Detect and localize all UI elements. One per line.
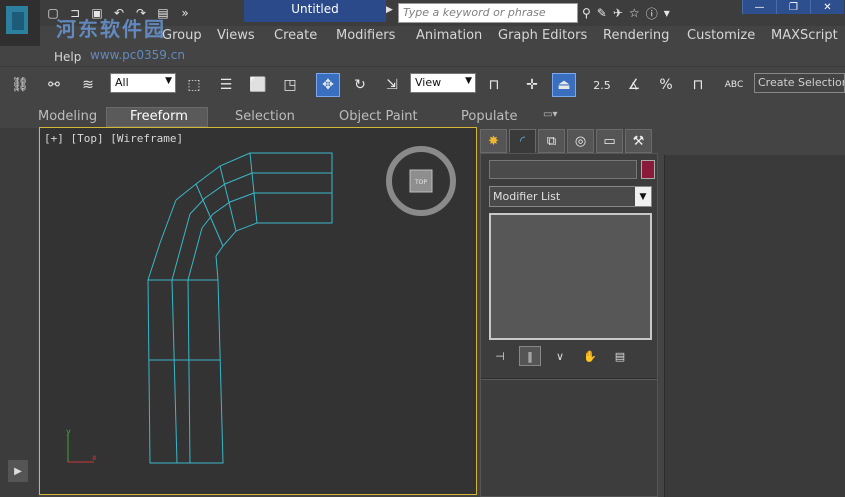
help-icon[interactable]: ⓘ <box>646 5 658 22</box>
show-end-result-icon[interactable]: ‖ <box>519 346 541 366</box>
selection-filter-value: All <box>115 76 129 89</box>
rollout-divider <box>481 378 657 380</box>
ribbon-tab-freeform[interactable]: Freeform <box>130 109 188 124</box>
menu-animation[interactable]: Animation <box>416 28 482 43</box>
hierarchy-tab-icon[interactable]: ⧉ <box>538 129 565 153</box>
expand-panel-icon[interactable]: ▶ <box>8 460 28 482</box>
create-tab-icon[interactable]: ✸ <box>480 129 507 153</box>
select-and-manipulate-icon[interactable]: ✛ <box>520 73 544 97</box>
menu-bar: Group Views Create Modifiers Animation G… <box>40 26 845 46</box>
ribbon-tab-populate[interactable]: Populate <box>461 109 518 124</box>
named-selection-set-input[interactable]: Create Selection S <box>754 73 845 93</box>
menu-modifiers[interactable]: Modifiers <box>336 28 395 43</box>
window-controls: — ❐ ✕ <box>742 0 845 14</box>
search-tools: ⚲ ✎ ✈ ☆ ⓘ ▾ <box>582 3 722 23</box>
spinner-snap-icon[interactable]: ⊓ <box>686 73 710 97</box>
ribbon: Modeling Freeform Selection Object Paint… <box>0 106 845 128</box>
pin-stack-icon[interactable]: ⊣ <box>489 346 511 366</box>
menu-group[interactable]: Group <box>162 28 202 43</box>
binoculars-icon[interactable]: ⚲ <box>582 6 591 20</box>
select-object-icon[interactable]: ⬚ <box>182 73 206 97</box>
menu-help[interactable]: Help <box>54 50 81 64</box>
snaps-toggle-icon[interactable]: 2.5 <box>590 73 614 97</box>
modify-panel: Modifier List ▼ ⊣ ‖ ∨ ✋ ▤ <box>480 153 658 497</box>
menu-views[interactable]: Views <box>217 28 255 43</box>
close-button[interactable]: ✕ <box>810 0 844 14</box>
rollout-area <box>483 386 655 496</box>
more-chevron-icon[interactable]: » <box>176 4 194 22</box>
motion-tab-icon[interactable]: ◎ <box>567 129 594 153</box>
window-crossing-icon[interactable]: ◳ <box>278 73 302 97</box>
edit-named-selection-icon[interactable]: ABC <box>722 73 746 97</box>
subscription-icon[interactable]: ✎ <box>597 6 607 20</box>
chevron-down-icon: ▼ <box>635 187 651 206</box>
menu-customize[interactable]: Customize <box>687 28 755 43</box>
utilities-tab-icon[interactable]: ⚒ <box>625 129 652 153</box>
object-color-swatch[interactable] <box>641 160 655 179</box>
viewport-label[interactable]: [+] [Top] [Wireframe] <box>44 132 183 145</box>
minimize-button[interactable]: — <box>742 0 776 14</box>
keyboard-shortcut-override-icon[interactable]: ⏏ <box>552 73 576 97</box>
modifier-list-label: Modifier List <box>493 190 561 203</box>
watermark-url: www.pc0359.cn <box>90 48 185 62</box>
modify-tab-icon[interactable]: ◜ <box>509 129 536 153</box>
top-viewport[interactable]: [+] [Top] [Wireframe] TOP y x <box>39 127 477 495</box>
select-by-name-icon[interactable]: ☰ <box>214 73 238 97</box>
main-toolbar: ⛓ ⚯ ≋ All ▼ ⬚ ☰ ⬜ ◳ ✥ ↻ ⇲ View ▼ ⊓ ✛ ⏏ 2… <box>0 66 845 104</box>
selection-filter-dropdown[interactable]: All ▼ <box>110 73 176 93</box>
axis-x-label: x <box>92 453 97 462</box>
rectangular-selection-icon[interactable]: ⬜ <box>246 73 270 97</box>
ribbon-tab-modeling[interactable]: Modeling <box>38 109 97 124</box>
modifier-stack[interactable] <box>489 213 652 340</box>
command-panel-tabs: ✸ ◜ ⧉ ◎ ▭ ⚒ <box>480 129 654 153</box>
menu-graph-editors[interactable]: Graph Editors <box>498 28 587 43</box>
document-title: Untitled <box>244 0 386 22</box>
select-and-link-icon[interactable]: ⛓ <box>8 73 32 97</box>
left-strip <box>0 128 38 497</box>
modifier-stack-tools: ⊣ ‖ ∨ ✋ ▤ <box>489 346 652 366</box>
object-name-field[interactable] <box>489 160 637 179</box>
remove-modifier-icon[interactable]: ✋ <box>579 346 601 366</box>
percent-snap-icon[interactable]: % <box>654 73 678 97</box>
use-pivot-center-icon[interactable]: ⊓ <box>482 73 506 97</box>
select-and-rotate-icon[interactable]: ↻ <box>348 73 372 97</box>
command-panel: ✸ ◜ ⧉ ◎ ▭ ⚒ Modifier List ▼ ⊣ ‖ ∨ ✋ ▤ <box>478 127 845 497</box>
expand-arrow-icon[interactable]: ▶ <box>386 5 396 19</box>
restore-button[interactable]: ❐ <box>776 0 810 14</box>
menu-create[interactable]: Create <box>274 28 317 43</box>
select-and-scale-icon[interactable]: ⇲ <box>380 73 404 97</box>
chevron-down-icon: ▼ <box>465 76 472 86</box>
ribbon-options-icon[interactable]: ▭▾ <box>543 109 557 120</box>
display-tab-icon[interactable]: ▭ <box>596 129 623 153</box>
angle-snap-icon[interactable]: ∡ <box>622 73 646 97</box>
axis-y-label: y <box>66 428 71 436</box>
app-logo[interactable] <box>0 0 40 46</box>
right-panel <box>664 155 845 497</box>
favorites-star-icon[interactable]: ☆ <box>629 6 640 20</box>
chevron-down-icon: ▼ <box>165 76 172 86</box>
menu-rendering[interactable]: Rendering <box>603 28 669 43</box>
ribbon-tab-object-paint[interactable]: Object Paint <box>339 109 418 124</box>
modifier-list-dropdown[interactable]: Modifier List ▼ <box>489 186 652 207</box>
viewcube[interactable]: TOP <box>384 144 458 218</box>
axis-tripod-icon: y x <box>66 428 97 463</box>
make-unique-icon[interactable]: ∨ <box>549 346 571 366</box>
unlink-selection-icon[interactable]: ⚯ <box>42 73 66 97</box>
communication-icon[interactable]: ✈ <box>613 6 623 20</box>
menu-maxscript[interactable]: MAXScript <box>771 28 838 43</box>
bind-to-space-warp-icon[interactable]: ≋ <box>76 73 100 97</box>
reference-coordinate-dropdown[interactable]: View ▼ <box>410 73 476 93</box>
ribbon-tab-selection[interactable]: Selection <box>235 109 295 124</box>
select-and-move-icon[interactable]: ✥ <box>316 73 340 97</box>
help-dropdown-icon[interactable]: ▾ <box>664 6 670 20</box>
reference-coordinate-value: View <box>415 76 442 89</box>
search-input[interactable]: Type a keyword or phrase <box>398 3 578 23</box>
configure-sets-icon[interactable]: ▤ <box>609 346 631 366</box>
viewcube-face-label[interactable]: TOP <box>414 179 427 186</box>
